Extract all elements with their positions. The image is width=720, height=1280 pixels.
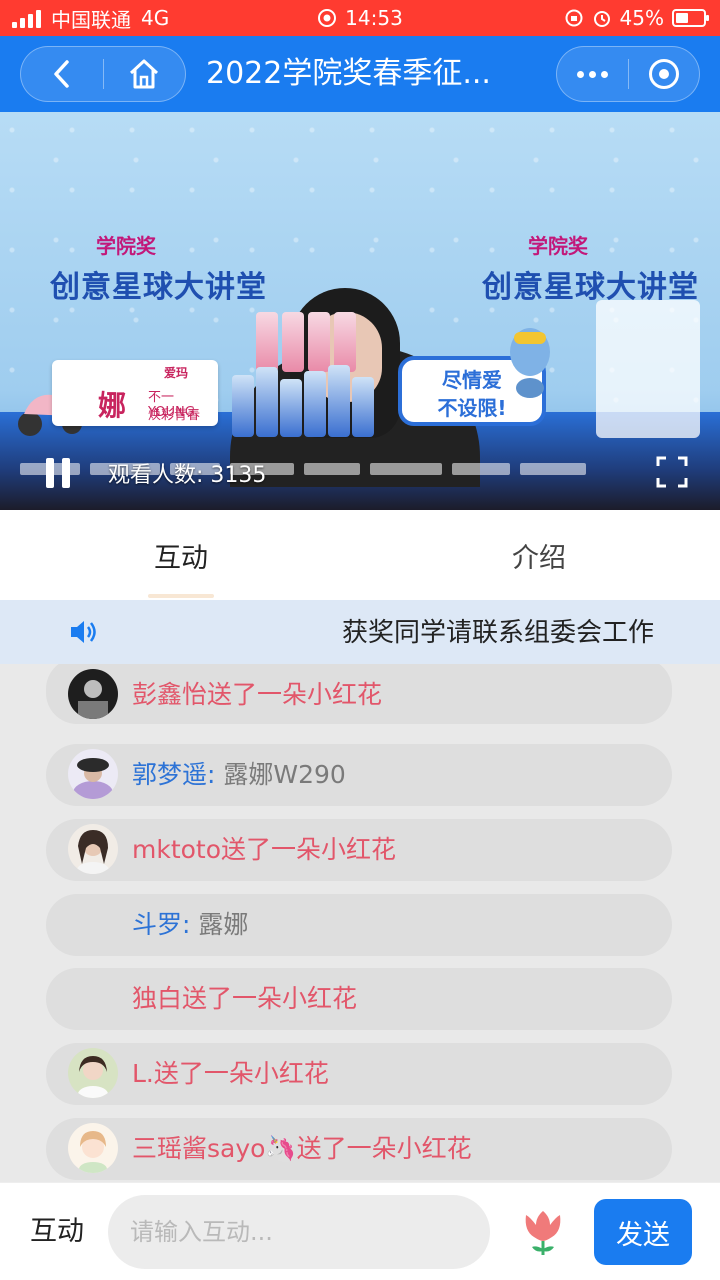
tab-bar: 互动 介绍	[0, 510, 720, 600]
chat-message: 露娜	[198, 910, 249, 939]
page-title: 2022学院奖春季征...	[206, 56, 491, 91]
announcement-text: 获奖同学请联系组委会工作	[341, 618, 654, 648]
avatar	[68, 824, 118, 874]
chat-text: 彭鑫怡送了一朵小红花	[132, 664, 382, 726]
chat-list[interactable]: 彭鑫怡送了一朵小红花 郭梦遥: 露娜W290 mktoto送了一朵小红花 斗罗:…	[0, 664, 720, 1182]
viewer-count: 观看人数: 3135	[108, 457, 266, 489]
nav-bar: 2022学院奖春季征...	[0, 36, 720, 112]
chat-item: 斗罗: 露娜	[46, 894, 672, 956]
avatar	[68, 749, 118, 799]
time-label: 14:53	[345, 6, 403, 30]
announcement-bar: 获奖同学请联系组委会工作	[0, 600, 720, 664]
video-player[interactable]: 学院奖 创意星球大讲堂 学院奖 创意星球大讲堂 爱玛 娜 不一YOUNG 焕彩青…	[0, 112, 720, 510]
gift-message: L.送了一朵小红花	[132, 1059, 329, 1088]
flower-icon[interactable]	[524, 1207, 562, 1257]
back-button[interactable]	[21, 47, 103, 101]
chat-item: 彭鑫怡送了一朵小红花	[46, 664, 672, 724]
gift-message: 三瑶酱sayo🦄送了一朵小红花	[132, 1134, 472, 1163]
chat-username: 郭梦遥:	[132, 760, 216, 789]
close-miniapp-button[interactable]	[629, 47, 700, 101]
board-sub-left: 学院奖	[96, 234, 156, 258]
pause-icon[interactable]	[46, 458, 72, 488]
chat-item: 郭梦遥: 露娜W290	[46, 744, 672, 806]
chat-text: 三瑶酱sayo🦄送了一朵小红花	[132, 1118, 472, 1180]
more-dots-icon	[576, 70, 608, 78]
rotation-lock-icon	[565, 9, 583, 27]
back-arrow-icon	[54, 60, 69, 88]
battery-fill	[676, 13, 688, 23]
gift-message: 独白送了一朵小红花	[132, 984, 358, 1013]
tab-active-indicator	[148, 594, 214, 598]
fullscreen-icon[interactable]	[656, 456, 688, 488]
home-icon	[130, 59, 159, 89]
mascot-image	[510, 328, 550, 398]
chat-username: 斗罗:	[132, 910, 191, 939]
nav-right-capsule	[556, 46, 700, 102]
chat-item: 独白送了一朵小红花	[46, 968, 672, 1030]
speaker-icon	[71, 621, 96, 643]
chat-item: 三瑶酱sayo🦄送了一朵小红花	[46, 1118, 672, 1180]
comment-input[interactable]	[108, 1195, 490, 1269]
gift-message: 彭鑫怡送了一朵小红花	[132, 680, 383, 709]
gift-message: mktoto送了一朵小红花	[132, 835, 397, 864]
target-icon	[648, 59, 679, 89]
sponsor-brand: 爱玛	[164, 366, 189, 380]
board-sub-right: 学院奖	[528, 234, 588, 258]
more-button[interactable]	[557, 47, 628, 101]
chat-message: 露娜W290	[223, 760, 346, 789]
location-icon	[318, 9, 337, 27]
sponsor-card: 爱玛 娜 不一YOUNG 焕彩青春	[52, 360, 218, 426]
product-cans	[232, 357, 382, 437]
battery-icon	[672, 9, 709, 27]
chat-text: mktoto送了一朵小红花	[132, 819, 396, 881]
viewer-count-value: 3135	[210, 463, 267, 488]
send-button[interactable]: 发送	[594, 1199, 692, 1265]
avatar	[68, 1048, 118, 1098]
avatar	[68, 669, 118, 719]
board-title-left: 创意星球大讲堂	[50, 270, 267, 305]
sponsor-line2: 焕彩青春	[148, 408, 201, 423]
battery-label: 45%	[619, 6, 664, 30]
tab-interaction[interactable]: 互动	[120, 510, 242, 600]
avatar	[68, 1123, 118, 1173]
status-bar: 中国联通 4G 14:53 45%	[0, 0, 720, 36]
video-controls: 观看人数: 3135	[0, 442, 720, 502]
status-right: 45%	[564, 0, 709, 36]
nav-left-capsule	[20, 46, 186, 102]
alarm-icon	[593, 11, 610, 27]
home-button[interactable]	[104, 47, 186, 101]
chat-text: L.送了一朵小红花	[132, 1043, 329, 1105]
chat-item: L.送了一朵小红花	[46, 1043, 672, 1105]
viewer-count-label: 观看人数:	[108, 463, 204, 488]
chat-text: 斗罗: 露娜	[132, 894, 248, 956]
chat-item: mktoto送了一朵小红花	[46, 819, 672, 881]
tab-introduction[interactable]: 介绍	[478, 510, 600, 600]
sponsor-big-text: 娜	[98, 389, 127, 422]
chat-text: 郭梦遥: 露娜W290	[132, 744, 346, 806]
bottom-label: 互动	[30, 1216, 84, 1247]
bottom-input-bar: 互动 发送	[0, 1182, 720, 1280]
promo-board	[596, 300, 700, 438]
chat-text: 独白送了一朵小红花	[132, 968, 357, 1030]
